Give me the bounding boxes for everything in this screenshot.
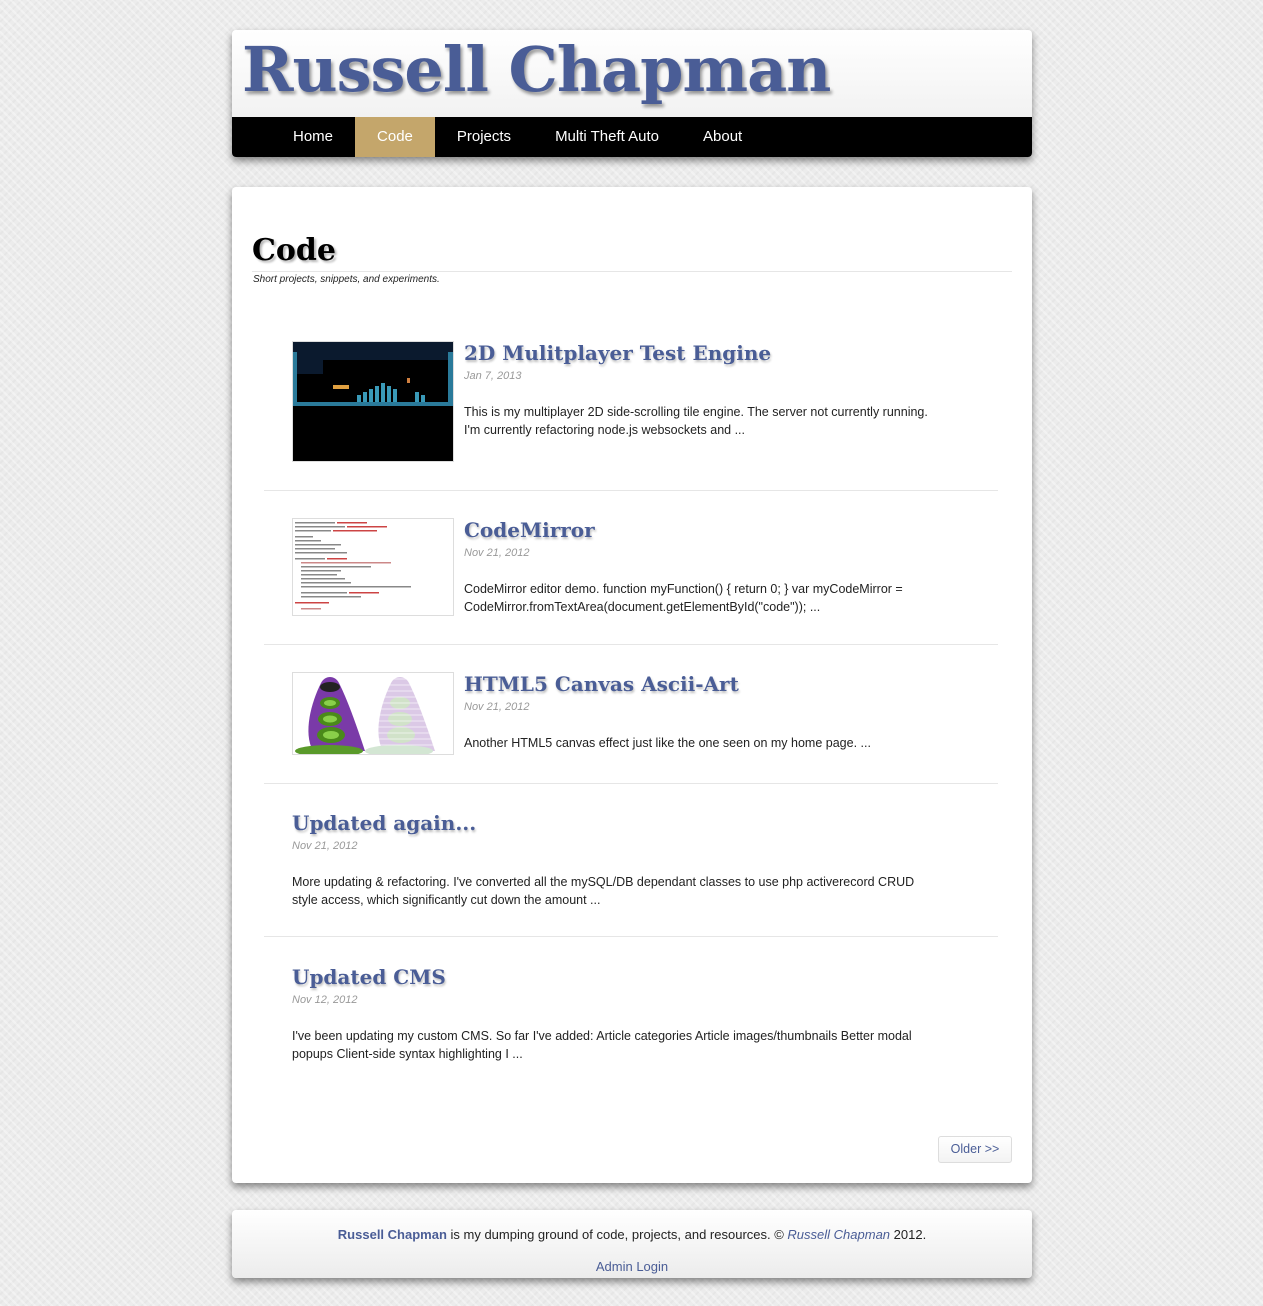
footer-description: is my dumping ground of code, projects, …	[446, 1227, 788, 1242]
purple-tentacle-image	[293, 673, 453, 754]
post-date: Nov 21, 2012	[292, 840, 358, 852]
post-title[interactable]: HTML5 Canvas Ascii-Art	[464, 671, 739, 697]
main-content: Code Short projects, snippets, and exper…	[232, 187, 1032, 1183]
post-title[interactable]: Updated again...	[292, 810, 476, 836]
nav-item-about[interactable]: About	[681, 117, 764, 157]
post-date: Jan 7, 2013	[464, 370, 522, 382]
post-title[interactable]: 2D Mulitplayer Test Engine	[464, 340, 771, 366]
post-title[interactable]: CodeMirror	[464, 517, 595, 543]
page-subtitle: Short projects, snippets, and experiment…	[253, 274, 440, 285]
footer-year: 2012.	[890, 1227, 927, 1242]
divider	[264, 783, 998, 784]
post-title[interactable]: Updated CMS	[292, 964, 446, 990]
main-nav: Home Code Projects Multi Theft Auto Abou…	[232, 117, 1032, 157]
post-thumbnail-game[interactable]	[292, 341, 454, 462]
post-excerpt: CodeMirror editor demo. function myFunct…	[464, 582, 903, 614]
admin-login-link[interactable]: Admin Login	[232, 1259, 1032, 1274]
post-date: Nov 21, 2012	[464, 701, 530, 713]
post-date: Nov 12, 2012	[292, 994, 358, 1006]
older-posts-button[interactable]: Older >>	[938, 1136, 1012, 1163]
game-screenshot-image	[293, 342, 453, 461]
post-excerpt: This is my multiplayer 2D side-scrolling…	[464, 405, 928, 437]
code-screenshot-image	[293, 519, 453, 615]
site-footer: Russell Chapman is my dumping ground of …	[232, 1210, 1032, 1278]
divider	[252, 271, 1012, 272]
post-excerpt: I've been updating my custom CMS. So far…	[292, 1029, 912, 1061]
nav-item-home[interactable]: Home	[271, 117, 355, 157]
footer-site-name-link[interactable]: Russell Chapman	[338, 1227, 447, 1242]
post-date: Nov 21, 2012	[464, 547, 530, 559]
post-thumbnail-code[interactable]	[292, 518, 454, 616]
page-title: Code	[252, 233, 336, 268]
divider	[264, 490, 998, 491]
divider	[264, 936, 998, 937]
nav-item-code[interactable]: Code	[355, 117, 435, 157]
site-header: Russell Chapman Home Code Projects Multi…	[232, 30, 1032, 157]
post-excerpt: More updating & refactoring. I've conver…	[292, 875, 915, 907]
divider	[264, 644, 998, 645]
post-excerpt: Another HTML5 canvas effect just like th…	[464, 736, 871, 750]
site-title[interactable]: Russell Chapman	[242, 34, 831, 106]
nav-item-projects[interactable]: Projects	[435, 117, 533, 157]
nav-item-multi-theft-auto[interactable]: Multi Theft Auto	[533, 117, 681, 157]
footer-copyright-name[interactable]: Russell Chapman	[787, 1227, 890, 1242]
post-thumbnail-ascii-art[interactable]	[292, 672, 454, 755]
footer-text: Russell Chapman is my dumping ground of …	[232, 1227, 1032, 1242]
